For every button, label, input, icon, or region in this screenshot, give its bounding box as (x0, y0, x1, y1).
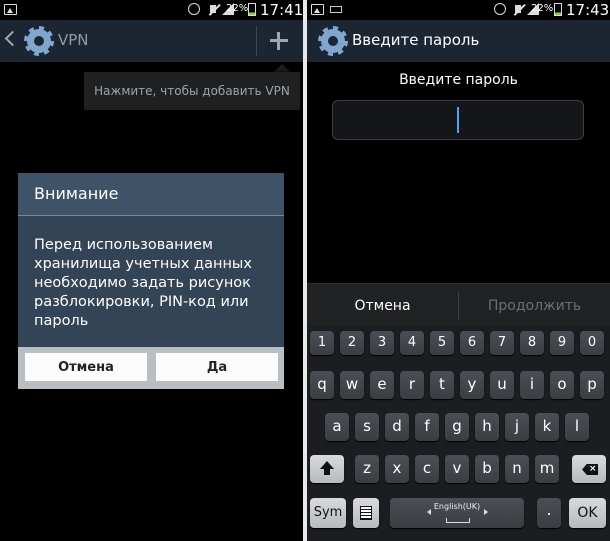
key-j[interactable]: j (505, 413, 529, 441)
add-vpn-tooltip: Нажмите, чтобы добавить VPN (84, 72, 300, 110)
image-notification-icon (311, 4, 324, 15)
key-n[interactable]: n (505, 455, 529, 483)
key-z[interactable]: z (355, 455, 379, 483)
clipboard-key[interactable] (353, 498, 379, 528)
image-notification-icon (4, 4, 17, 15)
key-2[interactable]: 2 (340, 331, 364, 355)
vpn-screen: 22% 17:41 VPN Нажмите, чтобы добавить VP… (0, 0, 303, 541)
status-bar: 22% 17:43 (307, 0, 610, 20)
mute-icon (512, 3, 526, 16)
page-title: VPN (58, 31, 89, 49)
alarm-icon (494, 3, 506, 15)
continue-button[interactable]: Продолжить (459, 284, 610, 327)
battery-icon (248, 3, 256, 16)
key-3[interactable]: 3 (370, 331, 394, 355)
key-h[interactable]: h (475, 413, 499, 441)
warning-dialog: Внимание Перед использованием хранилища … (18, 173, 284, 389)
battery-icon (554, 3, 562, 16)
language-right-icon (484, 509, 488, 515)
clock: 17:41 (260, 1, 303, 19)
sym-key[interactable]: Sym (310, 498, 346, 528)
password-screen: 22% 17:43 Введите пароль Введите пароль … (307, 0, 610, 541)
dialog-title: Внимание (34, 184, 119, 203)
key-y[interactable]: y (460, 371, 484, 399)
cancel-button[interactable]: Отмена (307, 284, 458, 327)
back-icon[interactable] (4, 30, 21, 47)
ok-key[interactable]: OK (569, 498, 606, 528)
key-d[interactable]: d (385, 413, 409, 441)
key-8[interactable]: 8 (520, 331, 544, 355)
key-l[interactable]: l (565, 413, 589, 441)
period-key[interactable]: . (537, 498, 561, 528)
space-key[interactable]: English(UK) (390, 498, 524, 528)
key-v[interactable]: v (445, 455, 469, 483)
alarm-icon (188, 3, 200, 15)
ok-button[interactable]: Да (156, 353, 278, 381)
key-q[interactable]: q (310, 371, 334, 399)
key-9[interactable]: 9 (550, 331, 574, 355)
text-caret (457, 107, 459, 133)
key-7[interactable]: 7 (490, 331, 514, 355)
key-g[interactable]: g (445, 413, 469, 441)
key-b[interactable]: b (475, 455, 499, 483)
key-f[interactable]: f (415, 413, 439, 441)
on-screen-keyboard: 1 2 3 4 5 6 7 8 9 0 q w e r t y u i o p … (307, 326, 610, 541)
battery-percent: 22% (531, 3, 554, 14)
key-w[interactable]: w (340, 371, 364, 399)
key-o[interactable]: o (550, 371, 574, 399)
dialog-header: Внимание (18, 173, 284, 216)
space-bar-icon (446, 518, 470, 523)
key-4[interactable]: 4 (400, 331, 424, 355)
key-e[interactable]: e (370, 371, 394, 399)
dialog-button-bar: Отмена Продолжить (307, 283, 610, 327)
key-x[interactable]: x (385, 455, 409, 483)
clipboard-icon (360, 506, 372, 520)
dialog-message: Перед использованием хранилища учетных д… (34, 237, 252, 329)
battery-percent: 22% (226, 3, 249, 14)
status-bar: 22% 17:41 (0, 0, 303, 20)
settings-gear-icon (24, 26, 54, 56)
backspace-x-mark: × (589, 464, 597, 474)
key-k[interactable]: k (535, 413, 559, 441)
key-a[interactable]: a (325, 413, 349, 441)
backspace-key[interactable]: × (572, 455, 606, 483)
clock: 17:43 (566, 1, 610, 19)
key-r[interactable]: r (400, 371, 424, 399)
dialog-header: Введите пароль (307, 20, 610, 62)
action-bar-separator (256, 26, 257, 56)
key-t[interactable]: t (430, 371, 454, 399)
key-1[interactable]: 1 (310, 331, 334, 355)
settings-gear-icon (318, 26, 348, 56)
key-p[interactable]: p (580, 371, 604, 399)
action-bar: VPN (0, 20, 303, 62)
key-s[interactable]: s (355, 413, 379, 441)
shift-icon-stem (324, 468, 330, 475)
key-i[interactable]: i (520, 371, 544, 399)
cancel-button[interactable]: Отмена (25, 353, 147, 381)
key-5[interactable]: 5 (430, 331, 454, 355)
password-input[interactable] (332, 100, 584, 140)
add-vpn-icon[interactable] (270, 32, 288, 50)
tooltip-pointer (274, 64, 290, 72)
mute-icon (207, 3, 221, 16)
password-prompt: Введите пароль (399, 72, 518, 88)
dialog-button-bar: Отмена Да (18, 347, 284, 389)
page-title: Введите пароль (352, 31, 480, 49)
shift-key[interactable] (310, 455, 344, 483)
key-6[interactable]: 6 (460, 331, 484, 355)
key-u[interactable]: u (490, 371, 514, 399)
space-language-label: English(UK) (433, 502, 481, 511)
key-0[interactable]: 0 (580, 331, 604, 355)
keyboard-indicator-icon (330, 6, 342, 13)
key-m[interactable]: m (535, 455, 559, 483)
key-c[interactable]: c (415, 455, 439, 483)
